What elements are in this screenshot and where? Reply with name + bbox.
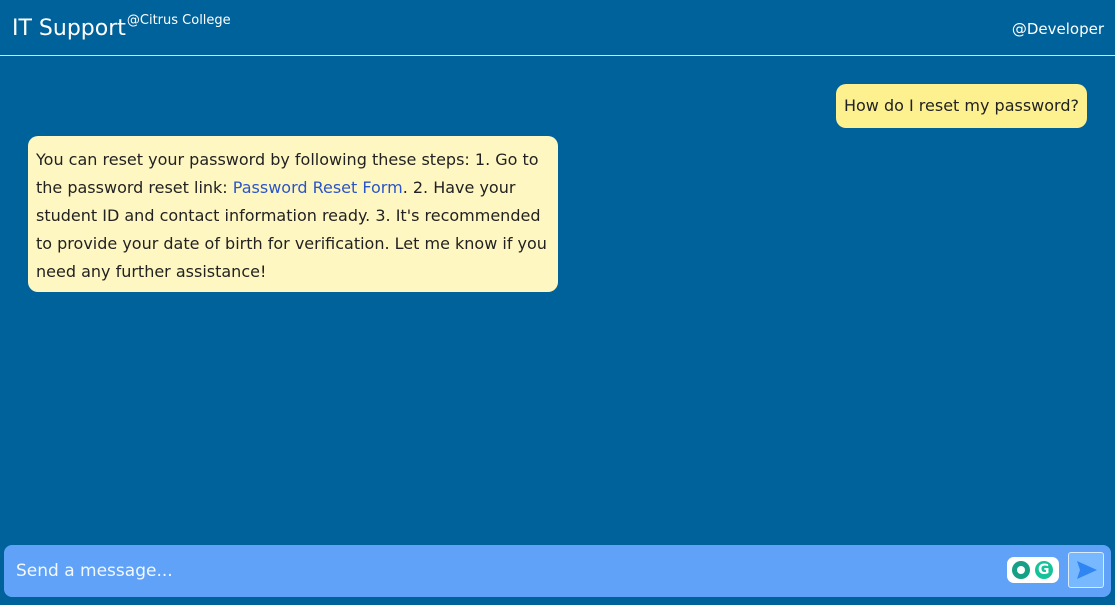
brand: IT Support@Citrus College — [12, 13, 231, 47]
send-arrow-icon — [1077, 561, 1097, 579]
chat-app: IT Support@Citrus College @Developer How… — [0, 0, 1115, 605]
grammarly-icon — [1035, 561, 1053, 579]
user-message: How do I reset my password? — [835, 84, 1087, 128]
grammarly-widget[interactable] — [1007, 557, 1059, 583]
message-composer — [4, 545, 1111, 597]
user-message-text: How do I reset my password? — [843, 96, 1079, 115]
page-subtitle: @Citrus College — [126, 13, 231, 28]
password-reset-link[interactable]: Password Reset Form — [233, 178, 403, 197]
plus-badge-icon — [1012, 561, 1030, 579]
assistant-message: You can reset your password by following… — [28, 136, 558, 292]
app-header: IT Support@Citrus College @Developer — [0, 0, 1115, 56]
page-title: IT Support — [12, 16, 126, 41]
send-button[interactable] — [1068, 552, 1104, 588]
message-input[interactable] — [4, 545, 994, 597]
developer-handle: @Developer — [1011, 20, 1104, 38]
